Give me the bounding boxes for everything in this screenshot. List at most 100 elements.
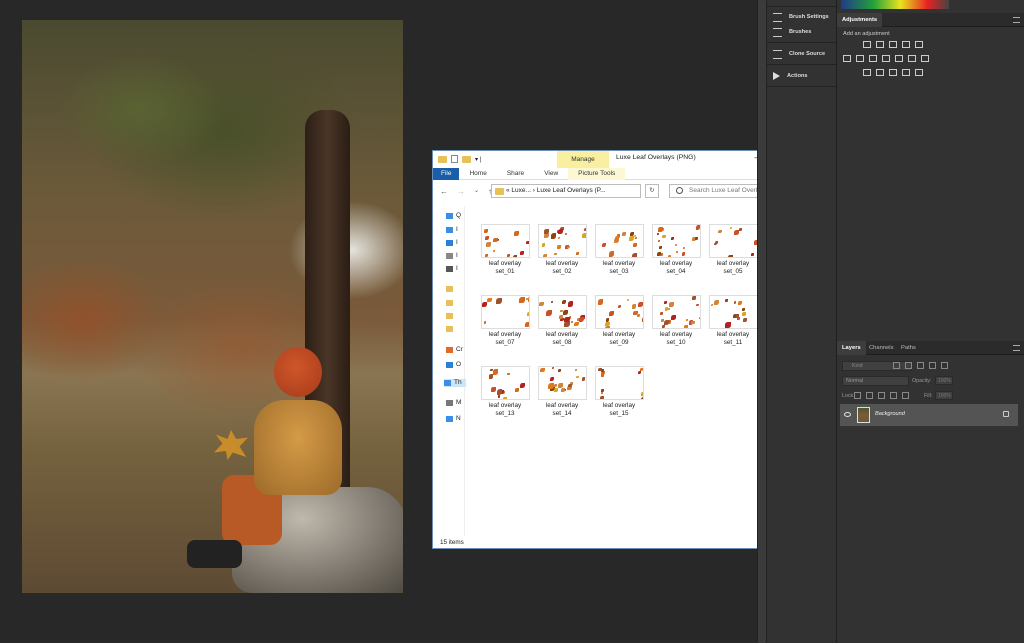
nav-item[interactable]: Cr — [446, 346, 466, 354]
channel-mixer-icon[interactable] — [908, 55, 916, 62]
lock-artboard-icon[interactable] — [890, 392, 897, 399]
opacity-input[interactable]: 100% — [935, 376, 953, 385]
fill-input[interactable]: 100% — [935, 391, 953, 400]
gradient-map-icon[interactable] — [915, 41, 923, 48]
tab-paths[interactable]: Paths — [896, 341, 921, 355]
gradient-icon[interactable] — [915, 69, 923, 76]
nav-item-icon — [446, 213, 453, 219]
nav-item-label: Th — [454, 379, 462, 386]
file-name: leaf overlay set_11 — [705, 331, 761, 347]
nav-item[interactable]: I — [446, 265, 466, 273]
tab-view[interactable]: View — [534, 168, 568, 180]
lock-transparent-icon[interactable] — [854, 392, 861, 399]
file-tile[interactable]: leaf overlay set_10 — [648, 295, 704, 365]
exposure-icon[interactable] — [902, 41, 910, 48]
lock-all-icon[interactable] — [902, 392, 909, 399]
nav-item[interactable]: Th — [444, 379, 466, 387]
smart-object-filter-icon[interactable] — [941, 362, 948, 369]
photo-filter-icon[interactable] — [895, 55, 903, 62]
lock-pixels-icon[interactable] — [866, 392, 873, 399]
hue-saturation-icon[interactable] — [856, 55, 864, 62]
color-balance-icon[interactable] — [869, 55, 877, 62]
nav-item[interactable] — [446, 312, 466, 320]
forward-icon[interactable]: → — [457, 187, 465, 196]
back-icon[interactable]: ← — [440, 187, 448, 196]
blend-mode-select[interactable]: Normal — [842, 376, 909, 386]
vibrance-icon[interactable] — [843, 55, 851, 62]
address-field[interactable]: « Luxe... › Luxe Leaf Overlays (P... — [491, 184, 641, 198]
file-tile[interactable]: leaf overlay set_03 — [591, 224, 647, 294]
new-folder-icon[interactable] — [462, 155, 471, 163]
image-thumbnail — [709, 295, 758, 329]
tab-adjustments[interactable]: Adjustments — [837, 13, 883, 27]
color-swatch-strip[interactable] — [841, 0, 949, 9]
tab-layers[interactable]: Layers — [837, 341, 866, 355]
panel-menu-icon[interactable] — [1013, 345, 1020, 351]
brushes-panel[interactable]: Brushes — [773, 22, 811, 42]
recent-locations-icon[interactable]: ⌄ — [474, 187, 479, 196]
photo-image[interactable] — [22, 20, 403, 593]
selective-color-icon[interactable] — [902, 69, 910, 76]
curves-icon[interactable] — [889, 41, 897, 48]
nav-item[interactable] — [446, 285, 466, 293]
lock-label: Lock: — [842, 393, 855, 399]
kind-placeholder: Kind — [852, 363, 863, 369]
nav-item-label: O — [456, 361, 462, 368]
posterize-icon[interactable] — [876, 69, 884, 76]
panel-menu-icon[interactable] — [1013, 17, 1020, 23]
nav-item[interactable]: M — [446, 399, 466, 407]
color-lookup-icon[interactable] — [921, 55, 929, 62]
file-name-line-1: leaf overlay — [659, 331, 693, 338]
file-tile[interactable]: leaf overlay set_01 — [477, 224, 533, 294]
black-white-icon[interactable] — [882, 55, 890, 62]
file-tile[interactable]: leaf overlay set_15 — [591, 366, 647, 436]
nav-item[interactable]: O — [446, 361, 466, 369]
file-tile[interactable]: leaf overlay set_11 — [705, 295, 761, 365]
tab-share[interactable]: Share — [497, 168, 534, 180]
brightness-contrast-icon[interactable] — [863, 41, 871, 48]
levels-icon[interactable] — [876, 41, 884, 48]
tab-channels[interactable]: Channels — [864, 341, 899, 355]
file-name-line-2: set_10 — [666, 339, 686, 346]
adjustment-icons-row-3 — [863, 69, 923, 76]
file-tile[interactable]: leaf overlay set_08 — [534, 295, 590, 365]
navigation-pane[interactable]: Q I I I I Cr O Th M N — [433, 206, 466, 536]
type-filter-icon[interactable] — [917, 362, 924, 369]
invert-icon[interactable] — [863, 69, 871, 76]
file-name-line-2: set_14 — [552, 410, 572, 417]
file-tile[interactable]: leaf overlay set_07 — [477, 295, 533, 365]
file-tile[interactable]: leaf overlay set_13 — [477, 366, 533, 436]
refresh-button[interactable]: ↻ — [645, 184, 659, 198]
layer-row-background[interactable]: Background — [840, 404, 1018, 426]
file-name-line-2: set_13 — [495, 410, 515, 417]
file-tile[interactable]: leaf overlay set_04 — [648, 224, 704, 294]
file-tile[interactable]: leaf overlay set_14 — [534, 366, 590, 436]
visibility-eye-icon[interactable] — [844, 412, 851, 417]
clone-source-panel[interactable]: Clone Source — [773, 44, 825, 64]
tab-manage[interactable]: Manage — [557, 151, 609, 168]
adjustment-filter-icon[interactable] — [905, 362, 912, 369]
tab-home[interactable]: Home — [459, 168, 496, 180]
file-tile[interactable]: leaf overlay set_09 — [591, 295, 647, 365]
file-tile[interactable]: leaf overlay set_05 — [705, 224, 761, 294]
properties-icon[interactable] — [451, 155, 458, 163]
nav-item-icon — [446, 313, 453, 319]
nav-item[interactable]: N — [446, 415, 466, 423]
clone-source-label: Clone Source — [789, 51, 826, 57]
file-tile[interactable]: leaf overlay set_02 — [534, 224, 590, 294]
tab-file[interactable]: File — [433, 167, 460, 180]
nav-item[interactable] — [446, 299, 466, 307]
nav-item[interactable]: I — [446, 226, 466, 234]
nav-item[interactable]: I — [446, 252, 466, 260]
navigation-buttons: ← → ⌄ ↑ — [440, 187, 492, 196]
nav-item[interactable]: Q — [446, 212, 466, 220]
actions-panel[interactable]: Actions — [773, 66, 808, 86]
tab-picture-tools[interactable]: Picture Tools — [568, 167, 626, 180]
nav-item[interactable] — [446, 325, 466, 333]
threshold-icon[interactable] — [889, 69, 897, 76]
shape-filter-icon[interactable] — [929, 362, 936, 369]
lock-position-icon[interactable] — [878, 392, 885, 399]
pixel-filter-icon[interactable] — [893, 362, 900, 369]
nav-item[interactable]: I — [446, 239, 466, 247]
qa-dropdown-icon[interactable]: ▾ | — [475, 156, 481, 163]
